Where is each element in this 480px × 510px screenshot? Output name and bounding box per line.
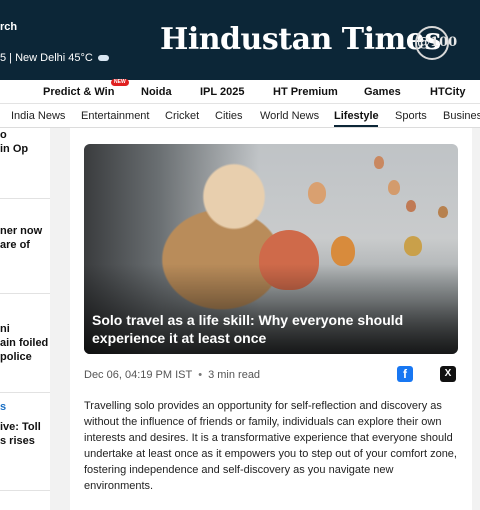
site-logo[interactable]: Hindustan Times xyxy=(160,22,441,57)
nav-cricket[interactable]: Cricket xyxy=(165,110,199,122)
nav-entertainment[interactable]: Entertainment xyxy=(81,110,149,122)
location-text: 5 | New Delhi 45°C xyxy=(0,52,93,64)
left-news-column: o in Op ner now are of ni ain foiled pol… xyxy=(0,128,50,510)
divider xyxy=(0,198,50,199)
primary-nav: Predict & Win NEW Noida IPL 2025 HT Prem… xyxy=(0,79,480,104)
anniversary-badge: @100 xyxy=(415,26,457,60)
search-label[interactable]: rch xyxy=(0,21,17,33)
nav-predict-win[interactable]: Predict & Win xyxy=(43,86,114,98)
balloon xyxy=(438,206,448,218)
article-summary: Travelling solo provides an opportunity … xyxy=(84,400,457,492)
nav-world-news[interactable]: World News xyxy=(260,110,319,122)
read-time: 3 min read xyxy=(208,369,261,381)
divider xyxy=(0,392,50,393)
nav-lifestyle[interactable]: Lifestyle xyxy=(334,110,379,122)
nav-games[interactable]: Games xyxy=(364,86,401,98)
nav-cities[interactable]: Cities xyxy=(215,110,243,122)
nav-noida[interactable]: Noida xyxy=(141,86,172,98)
nav-india-news[interactable]: India News xyxy=(11,110,65,122)
balloon xyxy=(374,156,384,169)
active-tab-indicator xyxy=(334,125,378,127)
location-weather: 5 | New Delhi 45°C xyxy=(0,52,109,64)
article-meta: Dec 06, 04:19 PM IST • 3 min read xyxy=(84,369,260,381)
nav-ipl-2025[interactable]: IPL 2025 xyxy=(200,86,244,98)
nav-sports[interactable]: Sports xyxy=(395,110,427,122)
balloon xyxy=(404,236,422,256)
balloon xyxy=(406,200,416,212)
list-item[interactable]: ner now are of xyxy=(0,224,50,252)
x-icon[interactable]: X xyxy=(440,366,456,382)
secondary-nav: India News Entertainment Cricket Cities … xyxy=(0,104,480,128)
article-date: Dec 06, 04:19 PM IST xyxy=(84,369,193,381)
site-header: rch 5 | New Delhi 45°C Hindustan Times @… xyxy=(0,0,480,80)
meta-separator: • xyxy=(198,369,203,381)
cloud-icon xyxy=(97,55,109,62)
article-title[interactable]: Solo travel as a life skill: Why everyon… xyxy=(92,311,442,347)
list-item[interactable]: s xyxy=(0,400,50,414)
nav-htcity[interactable]: HTCity xyxy=(430,86,465,98)
facebook-icon[interactable]: f xyxy=(397,366,413,382)
divider xyxy=(0,293,50,294)
list-item[interactable]: o in Op xyxy=(0,128,50,156)
divider xyxy=(0,490,50,491)
nav-business[interactable]: Busines xyxy=(443,110,480,122)
balloon xyxy=(308,182,326,204)
list-item[interactable]: ive: Toll s rises xyxy=(0,420,50,448)
nav-ht-premium[interactable]: HT Premium xyxy=(273,86,338,98)
new-badge: NEW xyxy=(111,79,129,86)
list-item[interactable]: ni ain foiled police xyxy=(0,322,50,364)
balloon xyxy=(331,236,355,266)
balloon xyxy=(388,180,400,195)
